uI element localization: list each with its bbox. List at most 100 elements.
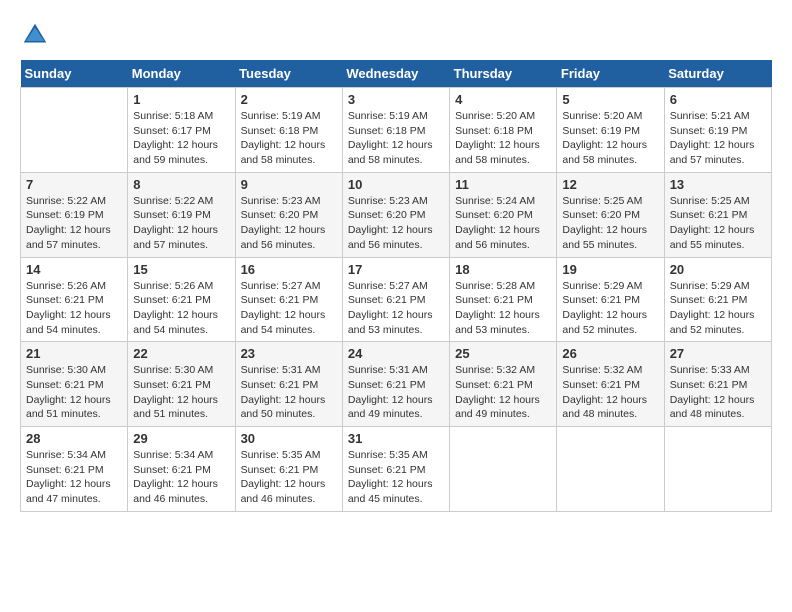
day-info: Sunrise: 5:35 AM Sunset: 6:21 PM Dayligh… — [241, 448, 337, 507]
day-info: Sunrise: 5:23 AM Sunset: 6:20 PM Dayligh… — [348, 194, 444, 253]
day-number: 9 — [241, 177, 337, 192]
day-number: 21 — [26, 346, 122, 361]
calendar-cell: 10 Sunrise: 5:23 AM Sunset: 6:20 PM Dayli… — [342, 172, 449, 257]
day-info: Sunrise: 5:19 AM Sunset: 6:18 PM Dayligh… — [241, 109, 337, 168]
day-number: 20 — [670, 262, 766, 277]
calendar-cell — [21, 88, 128, 173]
day-number: 23 — [241, 346, 337, 361]
day-info: Sunrise: 5:34 AM Sunset: 6:21 PM Dayligh… — [26, 448, 122, 507]
day-number: 14 — [26, 262, 122, 277]
day-info: Sunrise: 5:26 AM Sunset: 6:21 PM Dayligh… — [26, 279, 122, 338]
day-number: 4 — [455, 92, 551, 107]
day-info: Sunrise: 5:33 AM Sunset: 6:21 PM Dayligh… — [670, 363, 766, 422]
day-number: 30 — [241, 431, 337, 446]
day-number: 8 — [133, 177, 229, 192]
day-number: 25 — [455, 346, 551, 361]
day-number: 2 — [241, 92, 337, 107]
calendar-cell: 12Sunrise: 5:25 AM Sunset: 6:20 PM Dayli… — [557, 172, 664, 257]
weekday-header-row: SundayMondayTuesdayWednesdayThursdayFrid… — [21, 60, 772, 88]
calendar-cell: 4 Sunrise: 5:20 AM Sunset: 6:18 PM Daylig… — [450, 88, 557, 173]
day-number: 28 — [26, 431, 122, 446]
day-number: 15 — [133, 262, 229, 277]
calendar-cell: 11Sunrise: 5:24 AM Sunset: 6:20 PM Dayli… — [450, 172, 557, 257]
day-info: Sunrise: 5:20 AM Sunset: 6:19 PM Dayligh… — [562, 109, 658, 168]
day-number: 31 — [348, 431, 444, 446]
calendar-cell — [664, 427, 771, 512]
weekday-header-monday: Monday — [128, 60, 235, 88]
day-info: Sunrise: 5:19 AM Sunset: 6:18 PM Dayligh… — [348, 109, 444, 168]
day-number: 3 — [348, 92, 444, 107]
day-info: Sunrise: 5:34 AM Sunset: 6:21 PM Dayligh… — [133, 448, 229, 507]
calendar-cell: 3 Sunrise: 5:19 AM Sunset: 6:18 PM Daylig… — [342, 88, 449, 173]
calendar-cell — [450, 427, 557, 512]
calendar-cell: 19 Sunrise: 5:29 AM Sunset: 6:21 PM Dayli… — [557, 257, 664, 342]
day-number: 16 — [241, 262, 337, 277]
day-info: Sunrise: 5:35 AM Sunset: 6:21 PM Dayligh… — [348, 448, 444, 507]
week-row-1: 1 Sunrise: 5:18 AM Sunset: 6:17 PM Daylig… — [21, 88, 772, 173]
day-info: Sunrise: 5:31 AM Sunset: 6:21 PM Dayligh… — [241, 363, 337, 422]
day-info: Sunrise: 5:18 AM Sunset: 6:17 PM Dayligh… — [133, 109, 229, 168]
day-number: 19 — [562, 262, 658, 277]
calendar-cell: 7 Sunrise: 5:22 AM Sunset: 6:19 PM Daylig… — [21, 172, 128, 257]
weekday-header-friday: Friday — [557, 60, 664, 88]
calendar-cell: 22Sunrise: 5:30 AM Sunset: 6:21 PM Dayli… — [128, 342, 235, 427]
day-info: Sunrise: 5:29 AM Sunset: 6:21 PM Dayligh… — [670, 279, 766, 338]
day-info: Sunrise: 5:22 AM Sunset: 6:19 PM Dayligh… — [26, 194, 122, 253]
calendar-cell: 9 Sunrise: 5:23 AM Sunset: 6:20 PM Daylig… — [235, 172, 342, 257]
logo — [20, 20, 54, 50]
calendar-header: SundayMondayTuesdayWednesdayThursdayFrid… — [21, 60, 772, 88]
week-row-5: 28 Sunrise: 5:34 AM Sunset: 6:21 PM Dayli… — [21, 427, 772, 512]
day-info: Sunrise: 5:21 AM Sunset: 6:19 PM Dayligh… — [670, 109, 766, 168]
day-number: 13 — [670, 177, 766, 192]
day-info: Sunrise: 5:29 AM Sunset: 6:21 PM Dayligh… — [562, 279, 658, 338]
calendar-cell: 6 Sunrise: 5:21 AM Sunset: 6:19 PM Daylig… — [664, 88, 771, 173]
calendar-body: 1 Sunrise: 5:18 AM Sunset: 6:17 PM Daylig… — [21, 88, 772, 512]
day-number: 26 — [562, 346, 658, 361]
day-number: 12 — [562, 177, 658, 192]
weekday-header-sunday: Sunday — [21, 60, 128, 88]
day-info: Sunrise: 5:32 AM Sunset: 6:21 PM Dayligh… — [455, 363, 551, 422]
day-info: Sunrise: 5:28 AM Sunset: 6:21 PM Dayligh… — [455, 279, 551, 338]
logo-icon — [20, 20, 50, 50]
calendar-cell: 25 Sunrise: 5:32 AM Sunset: 6:21 PM Dayli… — [450, 342, 557, 427]
calendar-table: SundayMondayTuesdayWednesdayThursdayFrid… — [20, 60, 772, 512]
calendar-cell: 21 Sunrise: 5:30 AM Sunset: 6:21 PM Dayli… — [21, 342, 128, 427]
calendar-cell: 16 Sunrise: 5:27 AM Sunset: 6:21 PM Dayli… — [235, 257, 342, 342]
day-info: Sunrise: 5:32 AM Sunset: 6:21 PM Dayligh… — [562, 363, 658, 422]
day-info: Sunrise: 5:30 AM Sunset: 6:21 PM Dayligh… — [26, 363, 122, 422]
calendar-cell: 8 Sunrise: 5:22 AM Sunset: 6:19 PM Daylig… — [128, 172, 235, 257]
week-row-3: 14 Sunrise: 5:26 AM Sunset: 6:21 PM Dayli… — [21, 257, 772, 342]
day-number: 29 — [133, 431, 229, 446]
calendar-cell: 1 Sunrise: 5:18 AM Sunset: 6:17 PM Daylig… — [128, 88, 235, 173]
day-number: 7 — [26, 177, 122, 192]
header — [20, 20, 772, 50]
page-container: SundayMondayTuesdayWednesdayThursdayFrid… — [20, 20, 772, 512]
calendar-cell: 30 Sunrise: 5:35 AM Sunset: 6:21 PM Dayli… — [235, 427, 342, 512]
day-info: Sunrise: 5:27 AM Sunset: 6:21 PM Dayligh… — [241, 279, 337, 338]
day-info: Sunrise: 5:22 AM Sunset: 6:19 PM Dayligh… — [133, 194, 229, 253]
day-number: 27 — [670, 346, 766, 361]
day-info: Sunrise: 5:20 AM Sunset: 6:18 PM Dayligh… — [455, 109, 551, 168]
day-number: 1 — [133, 92, 229, 107]
calendar-cell: 31 Sunrise: 5:35 AM Sunset: 6:21 PM Dayli… — [342, 427, 449, 512]
weekday-header-saturday: Saturday — [664, 60, 771, 88]
day-info: Sunrise: 5:24 AM Sunset: 6:20 PM Dayligh… — [455, 194, 551, 253]
day-number: 6 — [670, 92, 766, 107]
day-info: Sunrise: 5:30 AM Sunset: 6:21 PM Dayligh… — [133, 363, 229, 422]
day-number: 17 — [348, 262, 444, 277]
calendar-cell: 13Sunrise: 5:25 AM Sunset: 6:21 PM Dayli… — [664, 172, 771, 257]
weekday-header-thursday: Thursday — [450, 60, 557, 88]
calendar-cell: 26 Sunrise: 5:32 AM Sunset: 6:21 PM Dayli… — [557, 342, 664, 427]
calendar-cell: 17 Sunrise: 5:27 AM Sunset: 6:21 PM Dayli… — [342, 257, 449, 342]
calendar-cell: 24Sunrise: 5:31 AM Sunset: 6:21 PM Dayli… — [342, 342, 449, 427]
day-info: Sunrise: 5:31 AM Sunset: 6:21 PM Dayligh… — [348, 363, 444, 422]
weekday-header-wednesday: Wednesday — [342, 60, 449, 88]
week-row-4: 21 Sunrise: 5:30 AM Sunset: 6:21 PM Dayli… — [21, 342, 772, 427]
weekday-header-tuesday: Tuesday — [235, 60, 342, 88]
calendar-cell: 15Sunrise: 5:26 AM Sunset: 6:21 PM Dayli… — [128, 257, 235, 342]
day-number: 10 — [348, 177, 444, 192]
day-info: Sunrise: 5:23 AM Sunset: 6:20 PM Dayligh… — [241, 194, 337, 253]
calendar-cell: 28 Sunrise: 5:34 AM Sunset: 6:21 PM Dayli… — [21, 427, 128, 512]
week-row-2: 7 Sunrise: 5:22 AM Sunset: 6:19 PM Daylig… — [21, 172, 772, 257]
day-info: Sunrise: 5:27 AM Sunset: 6:21 PM Dayligh… — [348, 279, 444, 338]
